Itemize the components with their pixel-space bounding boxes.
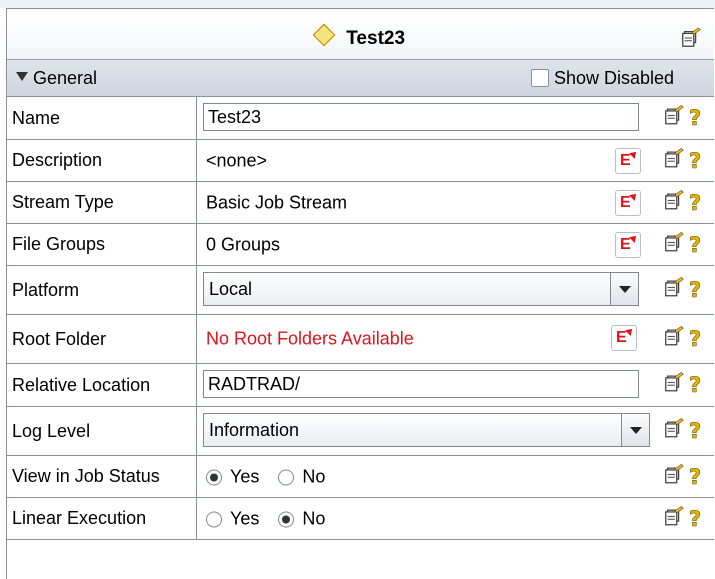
relative-location-input[interactable]: RADTRAD/ bbox=[203, 370, 639, 398]
edit-icon[interactable] bbox=[663, 417, 685, 445]
view-in-job-status-label: View in Job Status bbox=[7, 456, 197, 497]
section-label: General bbox=[33, 68, 98, 88]
help-icon[interactable]: ? bbox=[689, 278, 702, 303]
expression-icon[interactable]: E bbox=[615, 232, 641, 258]
edit-icon[interactable] bbox=[663, 147, 685, 174]
edit-icon[interactable] bbox=[663, 276, 685, 304]
edit-icon[interactable] bbox=[680, 27, 702, 54]
properties-panel: Test23 General Show Disabled Name Test23… bbox=[6, 8, 714, 579]
relative-location-label: Relative Location bbox=[7, 364, 197, 406]
show-disabled-label[interactable]: Show Disabled bbox=[554, 68, 674, 89]
row-stream-type: Stream Type Basic Job Stream E ? bbox=[7, 182, 714, 224]
log-level-label: Log Level bbox=[7, 407, 197, 455]
help-icon[interactable]: ? bbox=[689, 373, 702, 398]
row-view-in-job-status: View in Job Status Yes No ? bbox=[7, 456, 714, 498]
edit-icon[interactable] bbox=[663, 463, 685, 490]
linear-execution-no[interactable]: No bbox=[278, 508, 325, 528]
name-label: Name bbox=[7, 97, 197, 139]
title-bar: Test23 bbox=[7, 17, 714, 60]
description-label: Description bbox=[7, 140, 197, 181]
row-file-groups: File Groups 0 Groups E ? bbox=[7, 224, 714, 266]
edit-icon[interactable] bbox=[663, 325, 685, 353]
help-icon[interactable]: ? bbox=[689, 419, 702, 444]
expression-icon[interactable]: E bbox=[611, 325, 637, 351]
stream-type-label: Stream Type bbox=[7, 182, 197, 223]
view-in-job-status-radio-group: Yes No bbox=[206, 466, 339, 487]
edit-icon[interactable] bbox=[663, 189, 685, 216]
chevron-down-icon[interactable] bbox=[610, 273, 638, 305]
expression-icon[interactable]: E bbox=[615, 148, 641, 174]
help-icon[interactable]: ? bbox=[689, 106, 702, 131]
root-folder-value: No Root Folders Available bbox=[206, 328, 414, 349]
platform-select[interactable]: Local bbox=[203, 272, 639, 306]
linear-execution-label: Linear Execution bbox=[7, 498, 197, 539]
general-section-header[interactable]: General Show Disabled bbox=[7, 60, 714, 97]
stream-type-value: Basic Job Stream bbox=[206, 192, 348, 212]
file-groups-label: File Groups bbox=[7, 224, 197, 265]
root-folder-label: Root Folder bbox=[7, 315, 197, 363]
linear-execution-yes[interactable]: Yes bbox=[206, 508, 259, 528]
row-name: Name Test23 ? bbox=[7, 97, 714, 140]
edit-icon[interactable] bbox=[663, 505, 685, 532]
view-in-job-status-no[interactable]: No bbox=[278, 466, 325, 486]
help-icon[interactable]: ? bbox=[689, 232, 702, 257]
row-platform: Platform Local ? bbox=[7, 266, 714, 315]
diamond-icon bbox=[312, 23, 336, 47]
panel-title: Test23 bbox=[346, 28, 406, 49]
chevron-down-icon[interactable] bbox=[621, 414, 649, 446]
show-disabled-checkbox[interactable] bbox=[531, 69, 549, 87]
view-in-job-status-yes[interactable]: Yes bbox=[206, 466, 259, 486]
expression-icon[interactable]: E bbox=[615, 190, 641, 216]
linear-execution-radio-group: Yes No bbox=[206, 508, 339, 529]
log-level-select[interactable]: Information bbox=[203, 413, 650, 447]
help-icon[interactable]: ? bbox=[689, 464, 702, 489]
help-icon[interactable]: ? bbox=[689, 327, 702, 352]
edit-icon[interactable] bbox=[663, 231, 685, 258]
row-root-folder: Root Folder No Root Folders Available E … bbox=[7, 315, 714, 364]
platform-label: Platform bbox=[7, 266, 197, 314]
collapse-triangle-icon[interactable] bbox=[16, 72, 28, 81]
row-log-level: Log Level Information ? bbox=[7, 407, 714, 456]
description-value: <none> bbox=[206, 150, 268, 170]
row-relative-location: Relative Location RADTRAD/ ? bbox=[7, 364, 714, 407]
help-icon[interactable]: ? bbox=[689, 506, 702, 531]
row-description: Description <none> E ? bbox=[7, 140, 714, 182]
window-edge bbox=[0, 0, 715, 8]
row-linear-execution: Linear Execution Yes No ? bbox=[7, 498, 714, 540]
help-icon[interactable]: ? bbox=[689, 148, 702, 173]
name-input[interactable]: Test23 bbox=[203, 103, 639, 131]
help-icon[interactable]: ? bbox=[689, 190, 702, 215]
edit-icon[interactable] bbox=[663, 371, 685, 399]
edit-icon[interactable] bbox=[663, 104, 685, 132]
file-groups-value: 0 Groups bbox=[206, 234, 281, 254]
